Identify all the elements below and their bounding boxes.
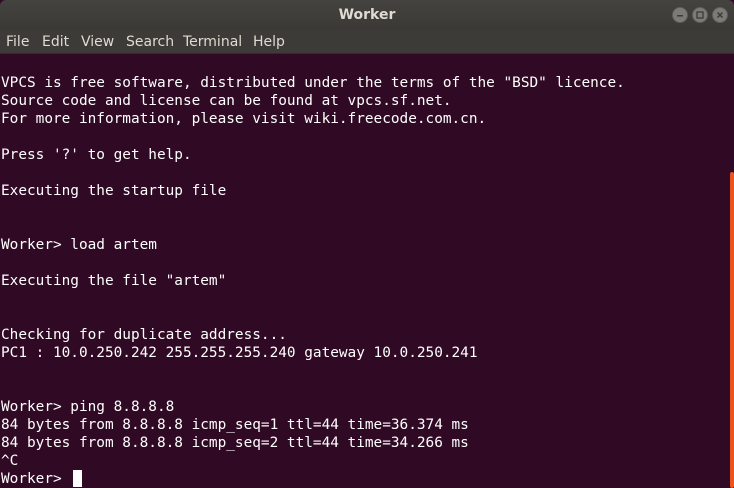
menu-terminal[interactable]: Terminal [183,30,242,54]
scrollbar[interactable] [728,54,734,488]
minimize-icon [677,15,683,17]
terminal-line: Worker> load artem [1,237,157,253]
terminal-line: PC1 : 10.0.250.242 255.255.255.240 gatew… [1,345,478,361]
terminal-line: ^C [1,453,19,469]
menu-search[interactable]: Search [126,30,174,54]
menu-help[interactable]: Help [253,30,285,54]
title-bar[interactable]: Worker [0,0,734,30]
terminal-line: Press '?' to get help. [1,147,192,163]
menu-file[interactable]: File [6,30,29,54]
maximize-button[interactable] [692,7,708,23]
close-icon [716,11,724,19]
close-button[interactable] [712,7,728,23]
terminal-line: Checking for duplicate address... [1,327,287,343]
minimize-button[interactable] [672,7,688,23]
terminal-line: Executing the startup file [1,183,227,199]
menu-edit[interactable]: Edit [42,30,69,54]
text-cursor [73,470,82,487]
window-title: Worker [338,7,396,23]
terminal-output[interactable]: VPCS is free software, distributed under… [0,54,728,488]
terminal-line: 84 bytes from 8.8.8.8 icmp_seq=1 ttl=44 … [1,417,469,433]
terminal-line: 84 bytes from 8.8.8.8 icmp_seq=2 ttl=44 … [1,435,469,451]
maximize-icon [696,11,704,19]
terminal-line: VPCS is free software, distributed under… [1,75,625,91]
terminal-line: Source code and license can be found at … [1,93,452,109]
terminal-line: Worker> ping 8.8.8.8 [1,399,175,415]
terminal-line: For more information, please visit wiki.… [1,111,487,127]
terminal-window: Worker File Edit View Search Terminal He… [0,0,734,488]
menu-view[interactable]: View [81,30,114,54]
terminal-prompt-line: Worker> [1,471,71,487]
terminal-line: Executing the file "artem" [1,273,227,289]
scrollbar-thumb[interactable] [730,172,734,488]
menu-bar: File Edit View Search Terminal Help [0,30,734,54]
